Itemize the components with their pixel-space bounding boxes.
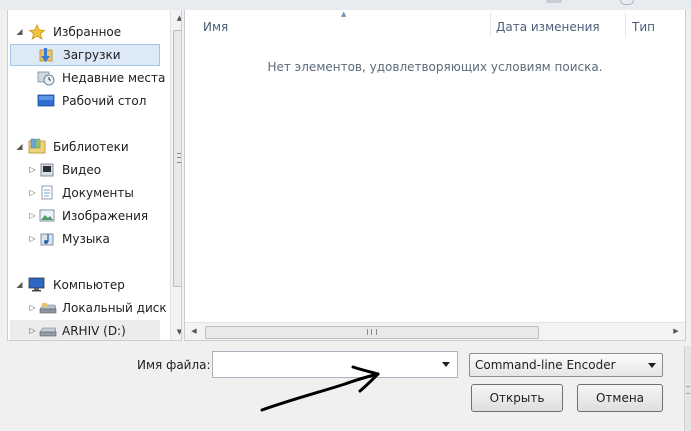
documents-library-icon <box>41 185 53 200</box>
scroll-up-arrow-icon[interactable]: ▲ <box>171 12 181 24</box>
grip-icon <box>686 386 690 394</box>
nav-item-label: ARHIV (D:) <box>62 324 126 338</box>
column-header-date-modified[interactable]: Дата изменения <box>496 17 600 37</box>
column-header-name[interactable]: Имя <box>203 17 228 37</box>
nav-item-label: Рабочий стол <box>62 94 147 108</box>
nav-item-label: Музыка <box>62 232 110 246</box>
file-list-horizontal-scrollbar[interactable]: ◀ ▶ <box>185 322 685 340</box>
nav-item-pictures[interactable]: ▷ Изображения <box>8 205 163 227</box>
nav-item-label: Локальный диск <box>62 301 167 315</box>
grip-icon <box>367 329 377 335</box>
nav-group-libraries-label: Библиотеки <box>53 140 129 154</box>
computer-icon <box>28 277 45 292</box>
expand-arrow-icon[interactable]: ▷ <box>28 188 37 197</box>
nav-item-label: Недавние места <box>62 71 166 85</box>
nav-item-label: Загрузки <box>63 48 121 62</box>
downloads-folder-icon <box>39 48 53 62</box>
nav-group-favorites-label: Избранное <box>53 25 122 39</box>
nav-item-local-disk[interactable]: ▷ Локальный диск <box>8 297 166 319</box>
expand-arrow-icon[interactable]: ▷ <box>28 234 37 243</box>
window-resize-edge[interactable] <box>684 346 691 431</box>
dropdown-arrow-icon[interactable] <box>437 354 455 375</box>
grip-icon <box>177 153 181 163</box>
nav-item-video[interactable]: ▷ Видео <box>8 159 163 181</box>
scroll-right-arrow-icon[interactable]: ▶ <box>669 323 683 340</box>
nav-item-documents[interactable]: ▷ Документы <box>8 182 163 204</box>
open-button[interactable]: Открыть <box>471 384 563 412</box>
desktop-icon <box>37 94 55 107</box>
column-header-type[interactable]: Тип <box>632 17 655 37</box>
scroll-left-arrow-icon[interactable]: ◀ <box>187 323 201 340</box>
nav-item-label: Изображения <box>62 209 149 223</box>
nav-item-label: Видео <box>62 163 102 177</box>
recent-places-icon <box>37 71 55 86</box>
nav-group-favorites[interactable]: ◢ Избранное <box>8 21 163 43</box>
music-library-icon <box>40 233 54 246</box>
nav-group-computer-label: Компьютер <box>53 278 125 292</box>
local-disk-icon <box>39 303 57 314</box>
expand-arrow-icon[interactable]: ▷ <box>28 326 37 335</box>
nav-vertical-scrollbar[interactable]: ▲ ▼ <box>170 10 181 340</box>
help-icon[interactable] <box>620 0 634 5</box>
collapse-arrow-icon[interactable]: ◢ <box>15 27 24 36</box>
nav-group-libraries[interactable]: ◢ Библиотеки <box>8 136 163 158</box>
collapse-arrow-icon[interactable]: ◢ <box>15 142 24 151</box>
empty-search-message: Нет элементов, удовлетворяющих условиям … <box>267 60 603 74</box>
pictures-library-icon <box>39 209 55 222</box>
filename-combobox[interactable] <box>212 351 458 378</box>
filetype-selected-value: Command-line Encoder <box>475 358 616 372</box>
expand-arrow-icon[interactable]: ▷ <box>28 303 37 312</box>
cancel-button[interactable]: Отмена <box>577 384 663 412</box>
drive-icon <box>39 327 57 337</box>
filename-input[interactable] <box>215 354 436 375</box>
nav-item-desktop[interactable]: Рабочий стол <box>8 90 163 112</box>
nav-item-downloads[interactable]: Загрузки <box>10 44 160 66</box>
nav-item-label: Документы <box>62 186 134 200</box>
expand-arrow-icon[interactable]: ▷ <box>28 211 37 220</box>
star-icon <box>28 24 46 40</box>
expand-arrow-icon[interactable]: ▷ <box>28 165 37 174</box>
column-separator[interactable] <box>625 13 626 37</box>
libraries-icon <box>28 138 46 154</box>
nav-item-arhiv-drive[interactable]: ▷ ARHIV (D:) <box>10 320 160 340</box>
scroll-down-arrow-icon[interactable]: ▼ <box>171 326 181 338</box>
video-library-icon <box>40 163 54 177</box>
nav-group-computer[interactable]: ◢ Компьютер <box>8 274 163 296</box>
file-list-pane: ▲ Имя Дата изменения Тип Нет элементов, … <box>184 10 686 341</box>
view-options-icon[interactable] <box>546 0 562 3</box>
dropdown-arrow-icon[interactable] <box>645 357 659 373</box>
window-top-strip <box>0 0 691 10</box>
nav-item-recent-places[interactable]: Недавние места <box>8 67 166 89</box>
nav-item-music[interactable]: ▷ Музыка <box>8 228 163 250</box>
filename-label: Имя файла: <box>137 358 211 372</box>
scrollbar-thumb[interactable] <box>205 326 539 339</box>
navigation-pane: ◢ Избранное Загрузки Недавние места Рабо… <box>7 10 182 341</box>
scrollbar-thumb[interactable] <box>173 30 181 287</box>
collapse-arrow-icon[interactable]: ◢ <box>15 280 24 289</box>
sort-up-arrow-icon: ▲ <box>341 10 347 18</box>
column-separator[interactable] <box>490 13 491 37</box>
filetype-select[interactable]: Command-line Encoder <box>469 353 663 377</box>
